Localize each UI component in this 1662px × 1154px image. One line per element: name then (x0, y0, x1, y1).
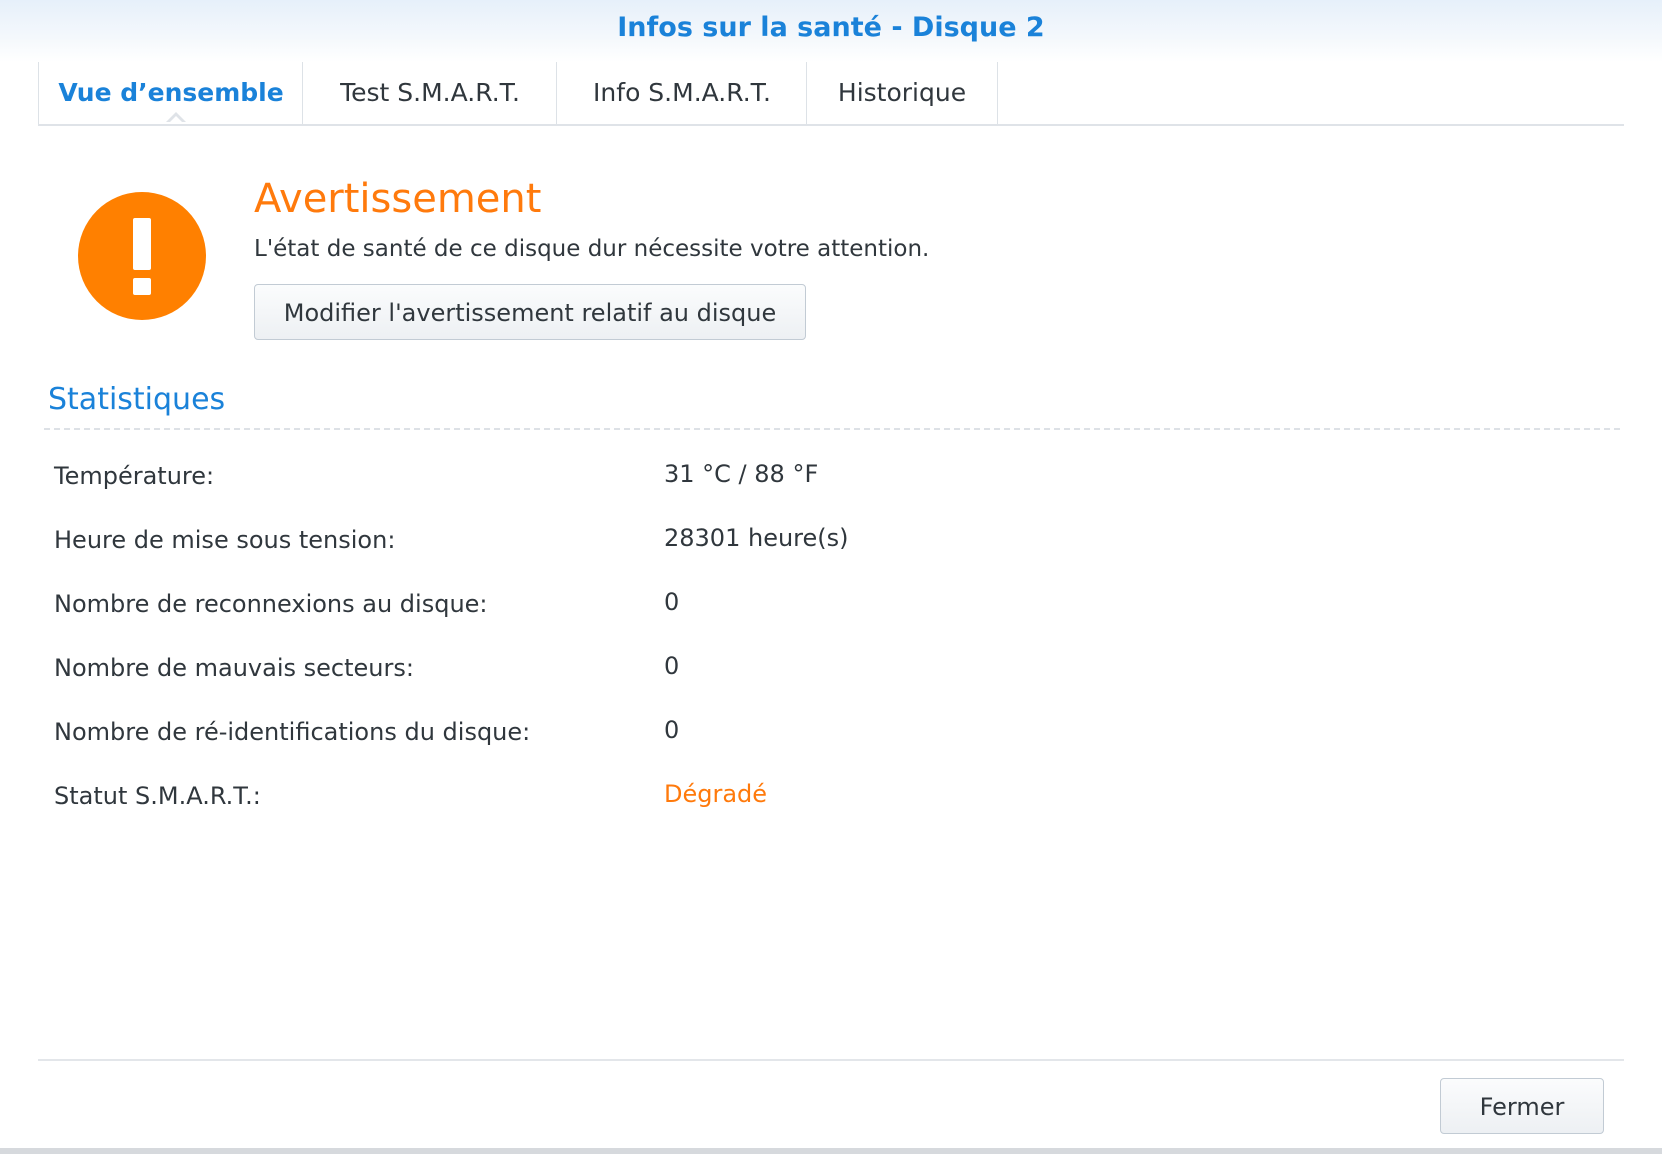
close-button[interactable]: Fermer (1440, 1078, 1604, 1134)
stat-value-reidentifications: 0 (664, 716, 680, 744)
statistics-title: Statistiques (48, 382, 226, 417)
stat-label-power-on-hours: Heure de mise sous tension: (54, 526, 396, 554)
stat-label-reidentifications: Nombre de ré-identifications du disque: (54, 718, 531, 746)
stat-value-bad-sectors: 0 (664, 652, 680, 680)
stat-label-reconnections: Nombre de reconnexions au disque: (54, 590, 488, 618)
stat-label-temperature: Température: (54, 462, 215, 490)
modify-warning-button[interactable]: Modifier l'avertissement relatif au disq… (254, 284, 806, 340)
stat-label-smart-status: Statut S.M.A.R.T.: (54, 782, 261, 810)
stat-value-smart-status: Dégradé (664, 780, 768, 808)
exclamation-bar (133, 218, 151, 270)
dialog-title: Infos sur la santé - Disque 2 (617, 12, 1045, 43)
title-bar: Infos sur la santé - Disque 2 (0, 0, 1662, 62)
warning-exclamation-icon (78, 192, 206, 320)
tab-smart-test[interactable]: Test S.M.A.R.T. (302, 62, 557, 124)
exclamation-dot (133, 278, 151, 295)
stat-label-bad-sectors: Nombre de mauvais secteurs: (54, 654, 414, 682)
active-tab-indicator-inner (168, 116, 184, 124)
stat-value-temperature: 31 °C / 88 °F (664, 460, 819, 488)
status-title: Avertissement (254, 176, 542, 222)
status-message: L'état de santé de ce disque dur nécessi… (254, 236, 930, 262)
stat-value-reconnections: 0 (664, 588, 680, 616)
window-bottom-edge (0, 1148, 1662, 1154)
tab-smart-info[interactable]: Info S.M.A.R.T. (556, 62, 807, 124)
section-divider (44, 428, 1620, 430)
health-info-dialog: Infos sur la santé - Disque 2 Vue d’ense… (0, 0, 1662, 1154)
tab-bar: Vue d’ensemble Test S.M.A.R.T. Info S.M.… (38, 62, 1624, 126)
tab-history[interactable]: Historique (806, 62, 998, 124)
footer-divider (38, 1059, 1624, 1061)
stat-value-power-on-hours: 28301 heure(s) (664, 524, 849, 552)
